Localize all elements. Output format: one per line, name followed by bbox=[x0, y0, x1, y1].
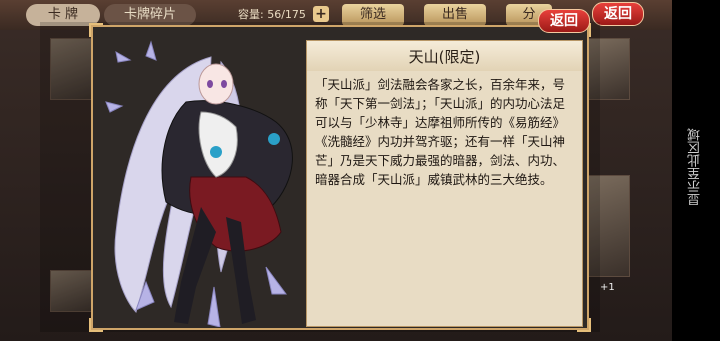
add-capacity-button[interactable]: + bbox=[313, 6, 329, 22]
capacity-value: 56/175 bbox=[267, 8, 306, 21]
card-count-badge: +1 bbox=[600, 282, 615, 293]
capacity-label: 容量: bbox=[238, 8, 264, 21]
display-area-hint: 显示至此区域 bbox=[688, 128, 703, 206]
card-name: 天山(限定) bbox=[307, 41, 582, 71]
card-info-panel: 天山(限定) 「天山派」剑法融会各家之长，百余年来，号称「天下第一剑法」；「天山… bbox=[306, 40, 583, 327]
character-portrait bbox=[105, 40, 293, 327]
system-sidebar: 显示至此区域 bbox=[672, 0, 720, 341]
card-description: 「天山派」剑法融会各家之长，百余年来，号称「天下第一剑法」；「天山派」的内功心法… bbox=[315, 77, 566, 187]
back-button[interactable]: 返回 bbox=[538, 9, 590, 33]
game-screen: 卡 牌 卡牌碎片 容量: 56/175 + 筛选 出售 分 返回 +1 天山(限… bbox=[0, 0, 672, 341]
